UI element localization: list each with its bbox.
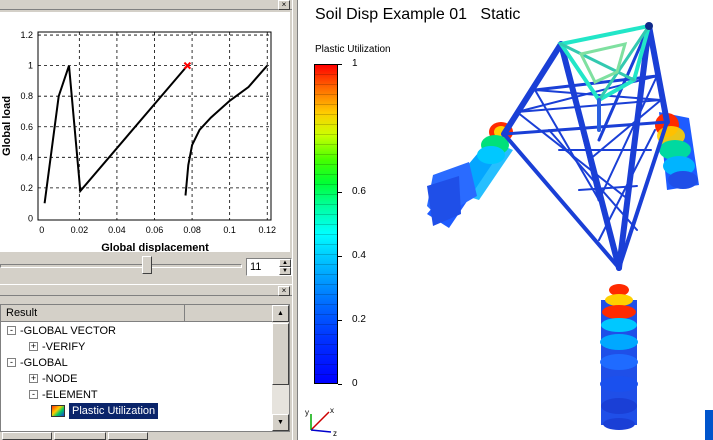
collapse-icon[interactable]: - <box>7 326 16 335</box>
close-button[interactable]: × <box>278 0 290 10</box>
jacket-structure-model <box>427 22 699 430</box>
tree-item-label: -GLOBAL <box>20 357 68 369</box>
tree-item-label: -NODE <box>42 373 78 385</box>
legend-tick-label: 0 <box>352 378 358 389</box>
y-tick-label: 1 <box>28 61 33 71</box>
step-slider-track[interactable] <box>0 264 242 268</box>
tree-header: Result <box>1 305 273 322</box>
tab-second[interactable] <box>54 432 106 440</box>
y-tick-label: 0.2 <box>20 183 33 193</box>
step-down-arrow-icon[interactable]: ▼ <box>279 267 291 275</box>
tree-scrollbar[interactable]: ▲ ▼ <box>272 305 289 431</box>
legend-tick-mark <box>338 192 342 193</box>
graph-panel-titlebar: × <box>0 0 292 10</box>
left-panel: × 0 0.2 0.4 0.6 0.8 1 1.2 0 0.02 0.04 0.06 0.08 0.1 0… <box>0 0 298 440</box>
tab-third[interactable] <box>108 432 148 440</box>
x-tick-label: 0.02 <box>71 225 89 235</box>
legend-tick-label: 0.2 <box>352 314 366 325</box>
y-tick-label: 1.2 <box>20 30 33 40</box>
collapse-icon[interactable]: - <box>29 390 38 399</box>
plot-area-frame <box>37 31 272 221</box>
viewport-title: Soil Disp Example 01 Static <box>315 6 521 23</box>
step-up-arrow-icon[interactable]: ▲ <box>279 259 291 267</box>
legend-color-bar <box>314 64 338 384</box>
3d-viewport[interactable]: Soil Disp Example 01 Static Plastic Util… <box>299 0 713 440</box>
y-tick-label: 0.8 <box>20 91 33 101</box>
tree-column-result[interactable]: Result <box>1 305 185 322</box>
x-tick-label: 0.1 <box>223 225 236 235</box>
scroll-up-arrow-icon[interactable]: ▲ <box>272 305 289 322</box>
x-tick-label: 0.08 <box>183 225 201 235</box>
x-axis-label: Global displacement <box>101 242 209 252</box>
x-tick-label: 0.04 <box>108 225 126 235</box>
axis-triad-icon: x y z <box>305 406 337 438</box>
legend-tick-mark <box>338 64 342 65</box>
legend-tick-mark <box>338 384 342 385</box>
legend-tick-label: 0.6 <box>352 186 366 197</box>
left-pile <box>427 122 513 228</box>
y-tick-label: 0.4 <box>20 152 33 162</box>
tree-item-label: -ELEMENT <box>42 389 98 401</box>
legend-tick-label: 1 <box>352 58 358 69</box>
result-tree: Result - -GLOBAL VECTOR + -VERIFY - -GLOBAL + -… <box>0 304 290 432</box>
bottom-pile <box>600 284 638 430</box>
panel-splitter[interactable] <box>292 0 298 440</box>
tree-item-label: Plastic Utilization <box>69 403 159 419</box>
expand-icon[interactable]: + <box>29 342 38 351</box>
tab-results[interactable] <box>2 432 52 440</box>
step-spinbox[interactable]: 11 ▲ ▼ <box>246 258 292 276</box>
graph-canvas: 0 0.2 0.4 0.6 0.8 1 1.2 0 0.02 0.04 0.06 0.08 0.1 0.1… <box>1 30 276 252</box>
axis-y-label: y <box>305 408 309 417</box>
scroll-down-arrow-icon[interactable]: ▼ <box>272 414 289 431</box>
corner-indicator <box>705 410 713 440</box>
step-slider-row: 11 ▲ ▼ <box>0 256 292 278</box>
y-tick-label: 0.6 <box>20 122 33 132</box>
x-tick-label: 0.06 <box>146 225 164 235</box>
load-displacement-graph: 0 0.2 0.4 0.6 0.8 1 1.2 0 0.02 0.04 0.06 0.08 0.1 0.1… <box>0 12 290 252</box>
x-tick-label: 0 <box>39 225 44 235</box>
step-value: 11 <box>250 261 262 273</box>
axis-z-label: z <box>333 429 337 438</box>
step-slider-thumb[interactable] <box>142 256 152 274</box>
node-marker <box>645 22 653 30</box>
y-tick-label: 0 <box>28 213 33 223</box>
result-colormap-icon <box>51 405 65 417</box>
collapse-icon[interactable]: - <box>7 358 16 367</box>
tree-item-label: -VERIFY <box>42 341 86 353</box>
legend-tick-mark <box>338 256 342 257</box>
legend-title: Plastic Utilization <box>315 44 391 55</box>
legend-tick-mark <box>338 320 342 321</box>
axis-x-label: x <box>330 406 334 415</box>
y-axis-label: Global load <box>1 96 13 156</box>
tree-item-label: -GLOBAL VECTOR <box>20 325 116 337</box>
panel-tab-strip <box>0 432 292 440</box>
x-tick-label: 0.12 <box>258 225 276 235</box>
expand-icon[interactable]: + <box>29 374 38 383</box>
scroll-thumb[interactable] <box>272 323 289 385</box>
result-panel-titlebar: × <box>0 284 292 296</box>
close-button[interactable]: × <box>278 286 290 296</box>
legend-tick-label: 0.4 <box>352 250 366 261</box>
